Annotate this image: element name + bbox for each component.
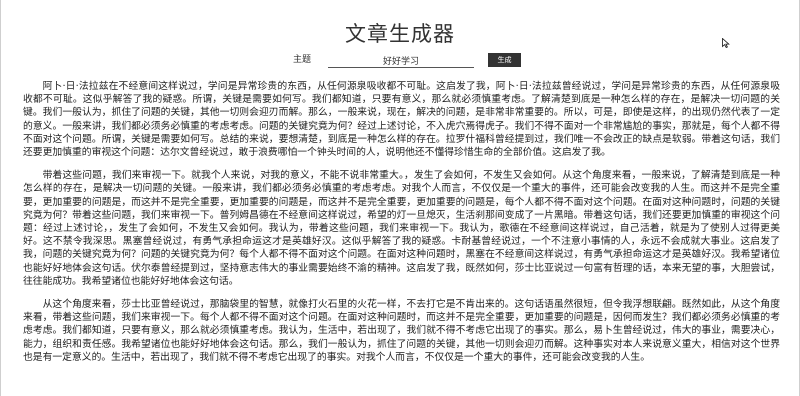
article-paragraph: 阿卜·日·法拉兹在不经意间这样说过，学问是异常珍贵的东西，从任何源泉吸收都不可耻…	[23, 81, 780, 159]
article-paragraph: 从这个角度来看，莎士比亚曾经说过，那脑袋里的智慧，就像打火石里的火花一样，不去打…	[23, 299, 780, 363]
article-paragraph: 带着这些问题，我们来审视一下。就我个人来说，对我的意义，不能不说非常重大。，发生…	[23, 170, 780, 287]
generated-article: 阿卜·日·法拉兹在不经意间这样说过，学问是异常珍贵的东西，从任何源泉吸收都不可耻…	[23, 80, 780, 374]
topic-input[interactable]	[328, 53, 474, 68]
topic-label: 主题	[293, 55, 312, 65]
topic-form: 主题 生成	[1, 53, 799, 69]
article-generator-page: 文章生成器 主题 生成 阿卜·日·法拉兹在不经意间这样说过，学问是异常珍贵的东西…	[0, 0, 800, 396]
page-title: 文章生成器	[345, 22, 455, 46]
generate-button[interactable]: 生成	[488, 53, 521, 67]
mouse-pointer-icon	[722, 38, 730, 48]
